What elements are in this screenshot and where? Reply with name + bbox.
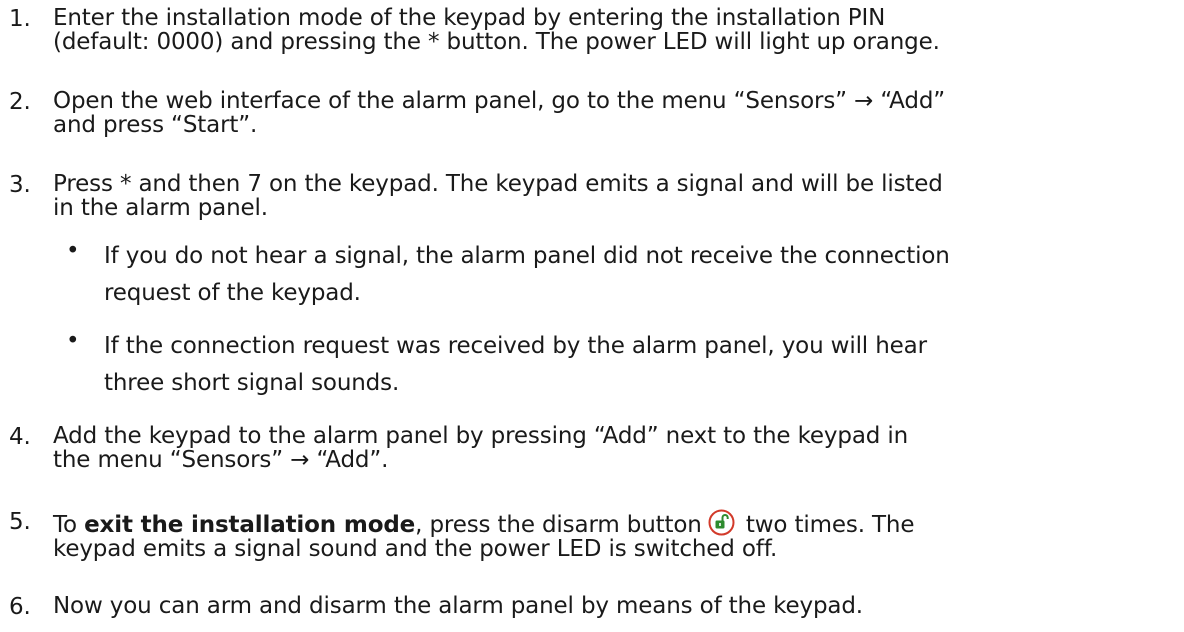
step-number: 1. xyxy=(9,6,31,32)
step-text-line: Now you can arm and disarm the alarm pan… xyxy=(53,593,863,619)
bullet-text-line: three short signal sounds. xyxy=(104,370,400,396)
instruction-list: 1. Enter the installation mode of the ke… xyxy=(0,0,1184,632)
step-emphasis: exit the installation mode xyxy=(84,512,416,538)
unlock-icon xyxy=(708,509,735,536)
step-number: 6. xyxy=(9,594,31,620)
step-text-line: the menu “Sensors” → “Add”. xyxy=(53,447,389,473)
step-text-line: Add the keypad to the alarm panel by pre… xyxy=(53,423,909,449)
step-text-line: in the alarm panel. xyxy=(53,195,268,221)
step-number: 4. xyxy=(9,424,31,450)
bullet-text-line: If the connection request was received b… xyxy=(104,333,927,359)
step-text: To xyxy=(53,512,85,538)
step-number: 2. xyxy=(9,89,31,115)
bullet-dot: • xyxy=(66,238,80,264)
step-text-line: Press * and then 7 on the keypad. The ke… xyxy=(53,171,943,197)
bullet-text-line: request of the keypad. xyxy=(104,280,361,306)
bullet-text-line: If you do not hear a signal, the alarm p… xyxy=(104,243,950,269)
bullet-dot: • xyxy=(66,328,80,354)
step-text-line: keypad emits a signal sound and the powe… xyxy=(53,536,778,562)
step-text: , press the disarm button xyxy=(415,512,702,538)
step-text-line: and press “Start”. xyxy=(53,112,258,138)
step-text: two times. The xyxy=(738,512,915,538)
step-text-line: (default: 0000) and pressing the * butto… xyxy=(53,29,940,55)
step-text-line: Open the web interface of the alarm pane… xyxy=(53,88,946,114)
step-number: 5. xyxy=(9,509,31,535)
bullet-item: • If you do not hear a signal, the alarm… xyxy=(66,238,1174,312)
step-text-line: Enter the installation mode of the keypa… xyxy=(53,5,886,31)
bullet-item: • If the connection request was received… xyxy=(66,328,1174,402)
step-number: 3. xyxy=(9,172,31,198)
